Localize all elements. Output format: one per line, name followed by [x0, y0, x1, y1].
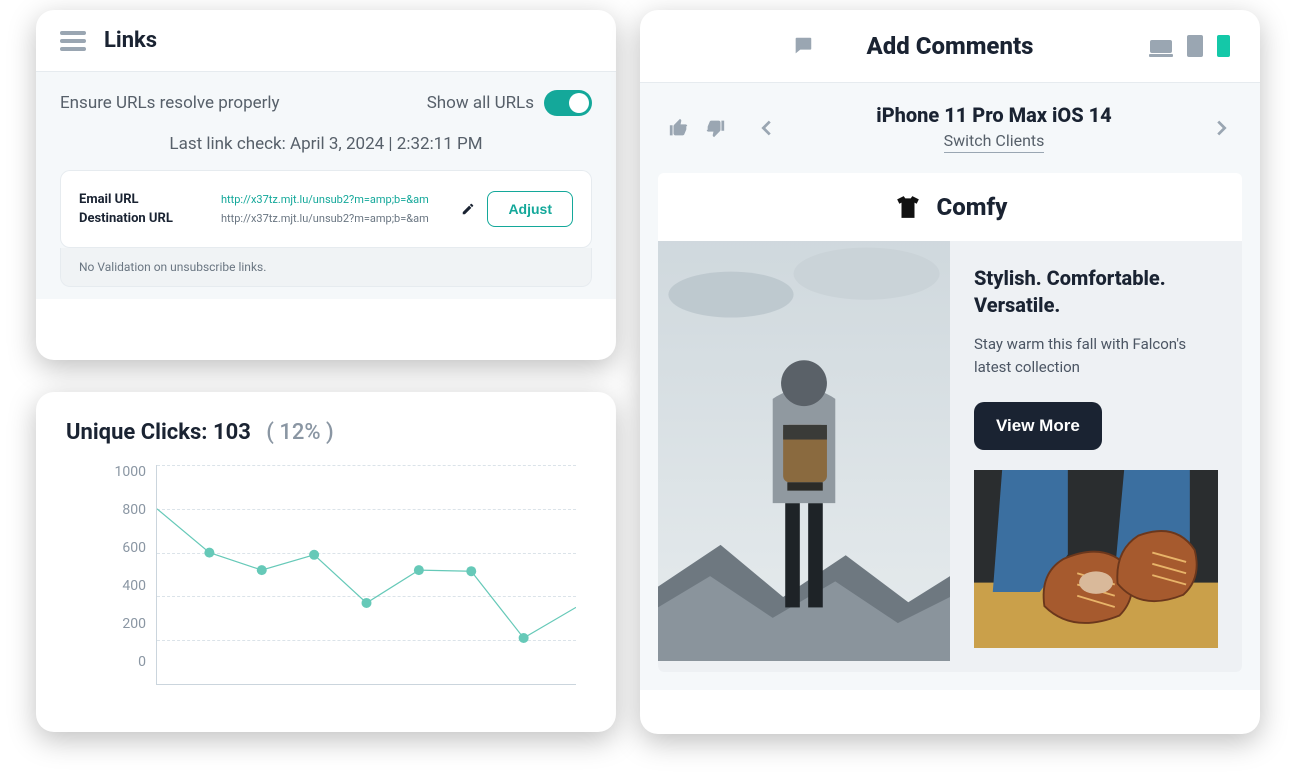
comment-icon[interactable]: [790, 35, 816, 57]
y-tick: 0: [138, 654, 146, 670]
hero-tagline: Stylish. Comfortable. Versatile.: [974, 265, 1218, 319]
show-all-row: Ensure URLs resolve properly Show all UR…: [60, 90, 592, 116]
url-card: Email URL Destination URL http://x37tz.m…: [60, 170, 592, 287]
links-title: Links: [104, 28, 157, 53]
y-tick: 400: [122, 578, 146, 594]
chevron-left-icon[interactable]: [756, 117, 778, 139]
email-url-label: Email URL: [79, 192, 209, 207]
clicks-title: Unique Clicks: 103 ( 12% ): [56, 420, 596, 445]
menu-icon[interactable]: [60, 31, 86, 51]
thumbs-down-icon[interactable]: [704, 117, 726, 139]
ensure-label: Ensure URLs resolve properly: [60, 93, 280, 113]
comments-header: Add Comments: [640, 10, 1260, 83]
thumbs-up-icon[interactable]: [668, 117, 690, 139]
comments-title: Add Comments: [867, 32, 1034, 60]
tablet-icon[interactable]: [1187, 35, 1203, 57]
brand-header: Comfy: [658, 173, 1242, 241]
shirt-icon: [893, 194, 923, 220]
adjust-button[interactable]: Adjust: [487, 191, 573, 227]
chevron-right-icon[interactable]: [1210, 117, 1232, 139]
chart-area: [156, 465, 576, 685]
links-body: Ensure URLs resolve properly Show all UR…: [36, 72, 616, 299]
device-switcher: [1149, 35, 1230, 57]
links-panel: Links Ensure URLs resolve properly Show …: [36, 10, 616, 360]
brand-name: Comfy: [937, 193, 1008, 221]
hero-image-secondary: [974, 470, 1218, 648]
view-more-button[interactable]: View More: [974, 402, 1102, 450]
hero-desc: Stay warm this fall with Falcon's latest…: [974, 333, 1218, 378]
device-name: iPhone 11 Pro Max iOS 14: [778, 103, 1210, 127]
clicks-count: Unique Clicks: 103: [66, 420, 251, 445]
show-all-toggle[interactable]: [544, 90, 592, 116]
switch-clients-link[interactable]: Switch Clients: [944, 131, 1045, 153]
desktop-icon[interactable]: [1149, 39, 1173, 57]
phone-icon[interactable]: [1217, 35, 1230, 57]
clicks-chart: 1000 800 600 400 200 0: [56, 455, 596, 705]
y-tick: 200: [122, 616, 146, 632]
show-all-label: Show all URLs: [427, 93, 534, 113]
dest-url-label: Destination URL: [79, 211, 209, 226]
edit-icon[interactable]: [461, 202, 475, 216]
y-tick: 800: [122, 502, 146, 518]
last-check-text: Last link check: April 3, 2024 | 2:32:11…: [60, 134, 592, 154]
y-tick: 600: [122, 540, 146, 556]
email-preview: Comfy: [640, 173, 1260, 690]
hero-copy: Stylish. Comfortable. Versatile. Stay wa…: [950, 241, 1242, 672]
no-validation-note: No Validation on unsubscribe links.: [60, 248, 592, 287]
client-bar: iPhone 11 Pro Max iOS 14 Switch Clients: [640, 83, 1260, 173]
email-url-value: http://x37tz.mjt.lu/unsub2?m=amp;b=&am: [221, 193, 449, 206]
clicks-panel: Unique Clicks: 103 ( 12% ) 1000 800 600 …: [36, 392, 616, 732]
links-header: Links: [36, 10, 616, 72]
comments-panel: Add Comments iPhone 11 Pro Max iOS 14 Sw…: [640, 10, 1260, 734]
hero-image-main: [658, 241, 950, 661]
clicks-percent: ( 12% ): [266, 420, 333, 445]
url-row: Email URL Destination URL http://x37tz.m…: [60, 170, 592, 248]
dest-url-value: http://x37tz.mjt.lu/unsub2?m=amp;b=&am: [221, 212, 449, 225]
hero-section: Stylish. Comfortable. Versatile. Stay wa…: [658, 241, 1242, 672]
y-tick: 1000: [115, 464, 146, 480]
